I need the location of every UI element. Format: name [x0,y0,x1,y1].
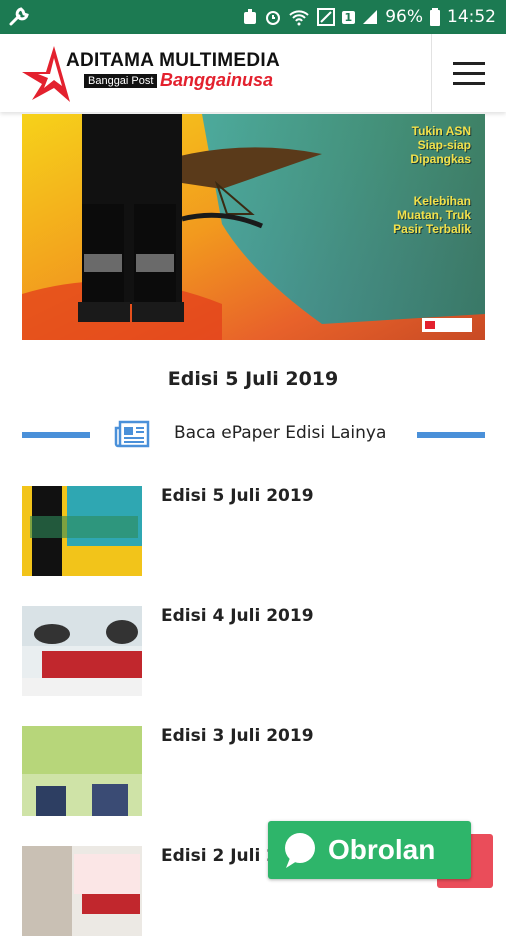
chat-bubble-icon [285,833,315,868]
status-bar: 1 96% 14:52 [0,0,506,34]
screenshot-icon [316,7,336,27]
edition-item[interactable]: Edisi 3 Juli 2019 [22,726,485,816]
other-editions-heading: Baca ePaper Edisi Lainya [22,420,485,450]
wrench-icon [8,6,30,32]
edition-title[interactable]: Edisi 4 Juli 2019 [161,606,314,626]
hamburger-menu-button[interactable] [431,34,506,112]
clock: 14:52 [447,7,496,27]
hamburger-icon [453,61,485,65]
newspaper-icon [114,420,150,448]
silent-icon [242,8,258,26]
brand-name: ADITAMA MULTIMEDIA [66,50,281,71]
edition-thumbnail[interactable] [22,846,142,936]
chat-button-label: Obrolan [328,834,436,865]
edition-thumbnail[interactable] [22,486,142,576]
cover-headline-1: Tukin ASN Siap-siap Dipangkas [410,124,471,166]
edition-title[interactable]: Edisi 5 Juli 2019 [161,486,314,506]
battery-percent: 96% [385,7,423,27]
sim-badge: 1 [341,10,356,24]
other-editions-label: Baca ePaper Edisi Lainya [174,423,387,443]
brand-subtitle: Banggai Post [84,74,158,88]
edition-thumbnail[interactable] [22,606,142,696]
signal-icon [361,8,379,26]
edition-title[interactable]: Edisi 3 Juli 2019 [161,726,314,746]
current-edition-title: Edisi 5 Juli 2019 [167,368,339,390]
epaper-cover-image[interactable]: Tukin ASN Siap-siap Dipangkas Kelebihan … [22,114,485,340]
edition-item[interactable]: Edisi 5 Juli 2019 [22,486,485,576]
alarm-icon [264,8,282,26]
brand-secondary: Banggainusa [160,70,274,90]
site-logo[interactable]: ADITAMA MULTIMEDIA Banggai Post Banggain… [22,44,282,104]
battery-icon [429,7,441,27]
edition-thumbnail[interactable] [22,726,142,816]
wifi-icon [288,8,310,26]
chat-button[interactable]: Obrolan [268,821,471,879]
cover-headline-2: Kelebihan Muatan, Truk Pasir Terbalik [393,194,471,236]
site-header: ADITAMA MULTIMEDIA Banggai Post Banggain… [0,34,506,112]
edition-item[interactable]: Edisi 4 Juli 2019 [22,606,485,696]
